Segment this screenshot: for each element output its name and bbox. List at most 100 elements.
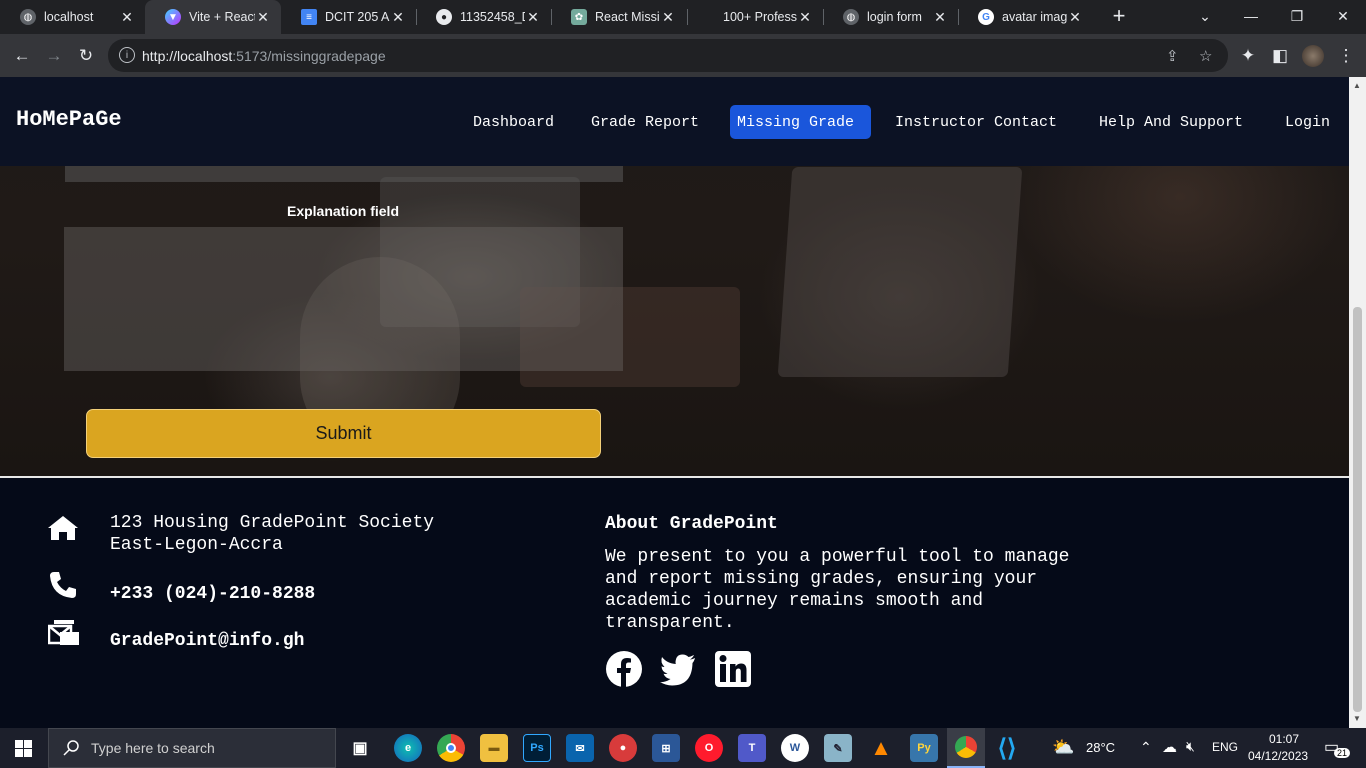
search-icon <box>63 740 79 756</box>
nav-grade-report[interactable]: Grade Report <box>584 105 706 139</box>
vscode-icon[interactable]: ⟨⟩ <box>993 734 1021 762</box>
volume-muted-icon[interactable]: 🔇︎ <box>1186 738 1195 755</box>
file-explorer-icon[interactable]: ▬ <box>480 734 508 762</box>
extensions-icon[interactable]: ✦ <box>1234 42 1262 70</box>
notepad-icon[interactable]: ✎ <box>824 734 852 762</box>
phone-number[interactable]: +233 (024)-210-8288 <box>110 583 315 605</box>
address-bar[interactable]: i http://localhost:5173/missinggradepage… <box>108 39 1228 72</box>
side-panel-icon[interactable]: ◧ <box>1266 42 1294 70</box>
chrome-icon[interactable] <box>437 734 465 762</box>
email-address[interactable]: GradePoint@info.gh <box>110 630 304 652</box>
globe-icon: ◍ <box>20 9 36 25</box>
windows-start-icon[interactable] <box>15 740 32 757</box>
close-window-button[interactable]: ✕ <box>1320 0 1366 32</box>
vite-icon: ▼ <box>165 9 181 25</box>
browser-toolbar: ← → ↻ i http://localhost:5173/missinggra… <box>0 34 1366 77</box>
tab-github[interactable]: ● 11352458_D ✕ <box>416 0 551 34</box>
tab-dcit-205[interactable]: ≡ DCIT 205 AS ✕ <box>281 0 416 34</box>
photoshop-icon[interactable]: Ps <box>523 734 551 762</box>
scrollbar-thumb[interactable] <box>1353 307 1362 712</box>
close-tab-icon[interactable]: ✕ <box>119 9 135 26</box>
previous-input-field[interactable] <box>65 166 623 182</box>
address-line-2: East-Legon-Accra <box>110 535 283 555</box>
facebook-icon[interactable] <box>605 650 643 688</box>
twitter-icon[interactable] <box>659 650 697 688</box>
close-tab-icon[interactable]: ✕ <box>660 9 676 26</box>
site-info-icon[interactable]: i <box>119 47 135 63</box>
share-icon[interactable]: ⇪ <box>1166 47 1179 65</box>
nav-missing-grade[interactable]: Missing Grade <box>730 105 871 139</box>
explanation-textarea[interactable] <box>64 227 623 371</box>
windows-taskbar: Type here to search ▣ e ▬ Ps ✉ ● ⊞ O T W… <box>0 728 1366 768</box>
store-icon[interactable]: ⊞ <box>652 734 680 762</box>
url-text: http://localhost:5173/missinggradepage <box>142 48 386 64</box>
about-title: About GradePoint <box>605 514 778 534</box>
address-line-1: 123 Housing GradePoint Society <box>110 513 435 533</box>
clock-time[interactable]: 01:07 <box>1262 732 1306 746</box>
laptop-image <box>777 167 1023 377</box>
task-view-icon[interactable]: ▣ <box>346 734 374 762</box>
mail-icon[interactable]: ✉ <box>566 734 594 762</box>
weather-temperature[interactable]: 28°C <box>1086 740 1115 755</box>
restore-button[interactable]: ❐ <box>1274 0 1320 32</box>
tab-strip: ◍ localhost ✕ ▼ Vite + React ✕ ≡ DCIT 20… <box>0 0 1366 34</box>
chatgpt-icon: ✿ <box>571 9 587 25</box>
nav-instructor-contact[interactable]: Instructor Contact <box>888 105 1064 139</box>
chrome-active-icon[interactable] <box>947 728 985 768</box>
forward-icon[interactable]: → <box>40 42 68 70</box>
tray-overflow-icon[interactable]: ⌃ <box>1140 739 1152 756</box>
tab-search-icon[interactable]: ⌄ <box>1182 0 1228 32</box>
new-tab-button[interactable]: + <box>1096 0 1142 32</box>
nav-dashboard[interactable]: Dashboard <box>466 105 561 139</box>
tab-100-professional[interactable]: 100+ Profess ✕ <box>687 0 823 34</box>
word-online-icon[interactable]: W <box>781 734 809 762</box>
tab-avatar-image[interactable]: G avatar image ✕ <box>958 0 1093 34</box>
brand-logo[interactable]: HoMePaGe <box>16 107 122 132</box>
home-icon <box>48 516 78 540</box>
vlc-icon[interactable]: ▲ <box>867 734 895 762</box>
close-tab-icon[interactable]: ✕ <box>1067 9 1083 26</box>
profile-avatar[interactable] <box>1299 42 1327 70</box>
tab-localhost[interactable]: ◍ localhost ✕ <box>0 0 145 34</box>
language-indicator[interactable]: ENG <box>1212 740 1238 754</box>
page-viewport: Explanation field Submit HoMePaGe Dashbo… <box>0 77 1349 728</box>
linkedin-icon[interactable] <box>714 650 752 688</box>
bookmark-star-icon[interactable]: ☆ <box>1199 47 1212 65</box>
google-icon: G <box>978 9 994 25</box>
taskbar-search-box[interactable]: Type here to search <box>48 728 336 768</box>
tab-login-form[interactable]: ◍ login form ✕ <box>823 0 958 34</box>
close-tab-icon[interactable]: ✕ <box>255 9 271 26</box>
close-tab-icon[interactable]: ✕ <box>390 9 406 26</box>
scroll-down-icon[interactable]: ▼ <box>1353 714 1361 723</box>
edge-icon[interactable]: e <box>394 734 422 762</box>
reload-icon[interactable]: ↻ <box>72 42 100 70</box>
close-tab-icon[interactable]: ✕ <box>932 9 948 26</box>
about-text: We present to you a powerful tool to man… <box>605 547 1070 633</box>
clock-date[interactable]: 04/12/2023 <box>1248 749 1308 763</box>
teams-icon[interactable]: T <box>738 734 766 762</box>
screen-recorder-icon[interactable]: ● <box>609 734 637 762</box>
github-icon: ● <box>436 9 452 25</box>
scroll-up-icon[interactable]: ▲ <box>1353 81 1361 90</box>
navbar: HoMePaGe Dashboard Grade Report Missing … <box>0 77 1349 166</box>
page-scrollbar[interactable]: ▲ ▼ <box>1349 77 1366 728</box>
mail-stack-icon <box>48 620 79 645</box>
submit-button[interactable]: Submit <box>86 409 601 458</box>
python-icon[interactable]: Py <box>910 734 938 762</box>
google-docs-icon: ≡ <box>301 9 317 25</box>
tab-vite-react[interactable]: ▼ Vite + React ✕ <box>145 0 281 34</box>
minimize-button[interactable]: — <box>1228 0 1274 32</box>
close-tab-icon[interactable]: ✕ <box>797 9 813 26</box>
back-icon[interactable]: ← <box>8 42 36 70</box>
tab-react-missing[interactable]: ✿ React Missin ✕ <box>551 0 686 34</box>
onedrive-icon[interactable]: ☁ <box>1162 738 1177 756</box>
nav-login[interactable]: Login <box>1278 105 1337 139</box>
weather-icon[interactable]: ⛅ <box>1052 737 1074 758</box>
globe-icon: ◍ <box>843 9 859 25</box>
opera-icon[interactable]: O <box>695 734 723 762</box>
nav-help-and-support[interactable]: Help And Support <box>1092 105 1250 139</box>
close-tab-icon[interactable]: ✕ <box>525 9 541 26</box>
explanation-label: Explanation field <box>286 203 399 219</box>
notification-count: 21 <box>1334 748 1351 758</box>
menu-icon[interactable]: ⋮ <box>1332 42 1360 70</box>
